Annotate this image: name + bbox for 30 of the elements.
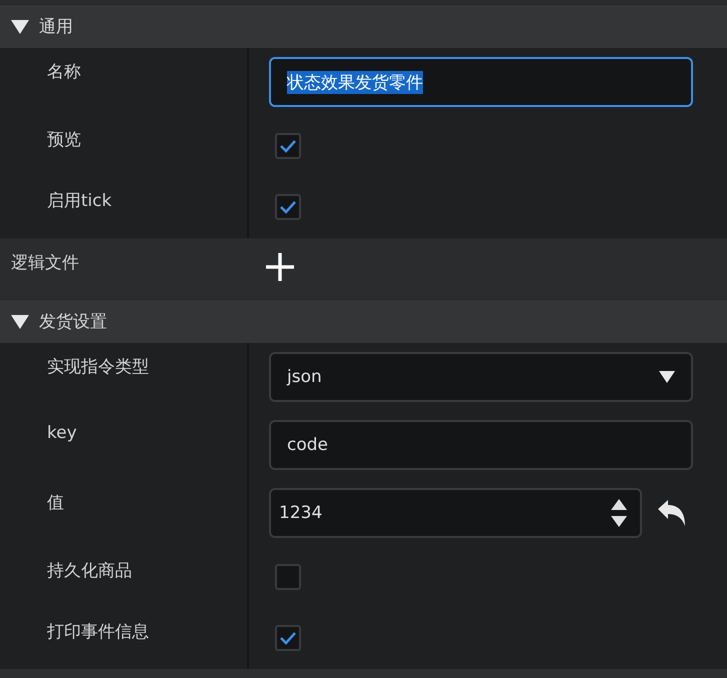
property-label: 名称 [47, 62, 81, 82]
plus-icon[interactable] [265, 252, 295, 282]
section-title: 逻辑文件 [11, 253, 79, 273]
section-header[interactable]: 通用 [0, 4, 727, 48]
section-header[interactable]: 发货设置 [0, 299, 727, 343]
number-field[interactable]: 1234 [269, 488, 642, 538]
caret-icon [659, 371, 675, 383]
checkbox[interactable] [275, 564, 301, 590]
property-label: key [47, 423, 77, 443]
property-label: 持久化商品 [47, 561, 132, 581]
section-title: 发货设置 [39, 311, 107, 333]
text-field[interactable]: 状态效果发货零件 [269, 57, 693, 107]
checkbox[interactable] [275, 625, 301, 651]
dropdown[interactable]: json [269, 352, 693, 402]
property-label: 值 [47, 493, 64, 513]
check-icon [279, 631, 297, 645]
checkbox[interactable] [275, 133, 301, 159]
text-field[interactable]: code [269, 420, 693, 470]
spinner-icon[interactable] [610, 497, 628, 529]
checkbox[interactable] [275, 194, 301, 220]
property-label: 预览 [47, 130, 81, 150]
check-icon [279, 200, 297, 214]
property-label: 启用tick [47, 191, 112, 211]
section-title: 通用 [39, 16, 73, 38]
property-label: 打印事件信息 [47, 622, 149, 642]
expanded-triangle-icon [11, 20, 29, 34]
undo-icon[interactable] [656, 499, 686, 527]
property-label: 实现指令类型 [47, 357, 149, 377]
expanded-triangle-icon [11, 314, 29, 328]
check-icon [279, 139, 297, 153]
